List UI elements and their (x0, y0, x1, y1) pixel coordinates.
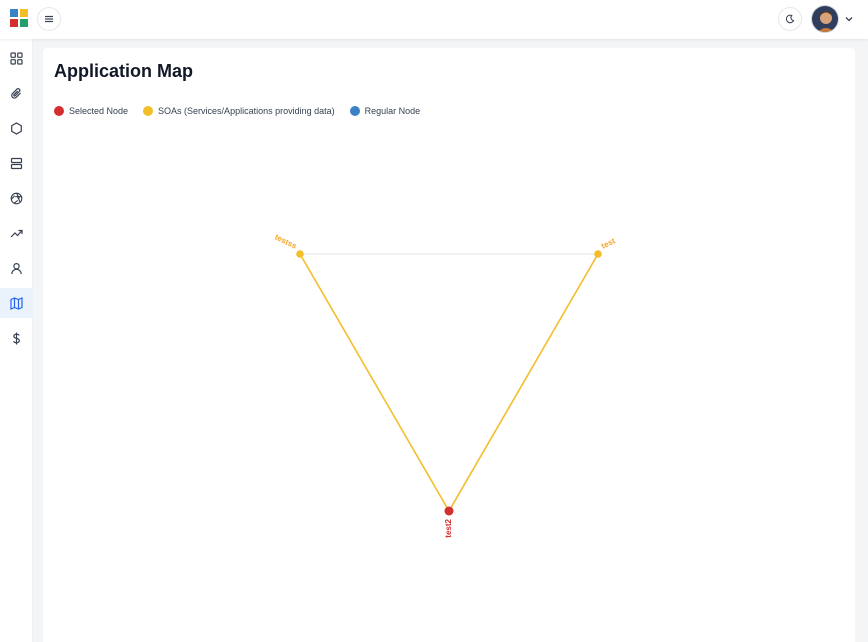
nodes-layer: testss test test2 (273, 232, 616, 537)
legend: Selected Node SOAs (Services/Application… (54, 106, 435, 116)
sidebar-item-integrations[interactable] (0, 183, 33, 213)
legend-dot-yellow (143, 106, 154, 116)
edge-testss-test2 (299, 253, 450, 512)
sidebar-item-users[interactable] (0, 253, 33, 283)
sidebar-item-modules[interactable] (0, 113, 33, 143)
app-logo-icon[interactable] (10, 9, 28, 27)
edge-test-test2 (448, 253, 599, 512)
node-test[interactable] (594, 250, 602, 258)
aperture-icon (10, 192, 23, 204)
paperclip-icon (11, 87, 21, 99)
top-bar (0, 0, 868, 39)
sidebar-item-billing[interactable] (0, 323, 33, 353)
user-avatar[interactable] (811, 5, 839, 33)
sidebar-item-servers[interactable] (0, 148, 33, 178)
map-icon (10, 296, 23, 310)
hexagon-icon (11, 121, 22, 135)
legend-label: SOAs (Services/Applications providing da… (158, 106, 335, 116)
chevron-down-icon[interactable] (844, 14, 854, 24)
node-testss[interactable] (296, 250, 304, 258)
legend-selected: Selected Node (54, 106, 128, 116)
sidebar-item-attachments[interactable] (0, 78, 33, 108)
node-test2[interactable] (444, 506, 454, 516)
user-icon (11, 262, 22, 274)
server-icon (10, 157, 23, 169)
legend-label: Regular Node (364, 106, 421, 116)
hamburger-icon (45, 15, 53, 23)
node-label-testss: testss (273, 232, 298, 250)
main-content: testss test test2 Application Map Selected… (43, 48, 855, 642)
edges-layer (299, 253, 599, 512)
sidebar-item-analytics[interactable] (0, 218, 33, 248)
dollar-icon (12, 332, 20, 344)
node-label-test2: test2 (444, 518, 453, 537)
moon-icon (785, 14, 795, 24)
theme-toggle-button[interactable] (778, 7, 802, 31)
legend-label: Selected Node (69, 106, 129, 116)
legend-dot-red (54, 106, 64, 116)
sidebar-item-application-map[interactable] (0, 288, 33, 318)
page-title: Application Map (54, 61, 193, 81)
application-map-canvas[interactable]: testss test test2 (43, 48, 855, 642)
sidebar (0, 39, 33, 642)
legend-dot-blue (349, 106, 360, 116)
node-label-test: test (600, 236, 617, 250)
menu-toggle-button[interactable] (37, 7, 61, 31)
legend-soa: SOAs (Services/Applications providing da… (143, 106, 335, 116)
legend-regular: Regular Node (349, 106, 421, 116)
sidebar-item-dashboard[interactable] (0, 43, 33, 73)
trending-up-icon (10, 229, 23, 237)
grid-icon (10, 51, 23, 65)
